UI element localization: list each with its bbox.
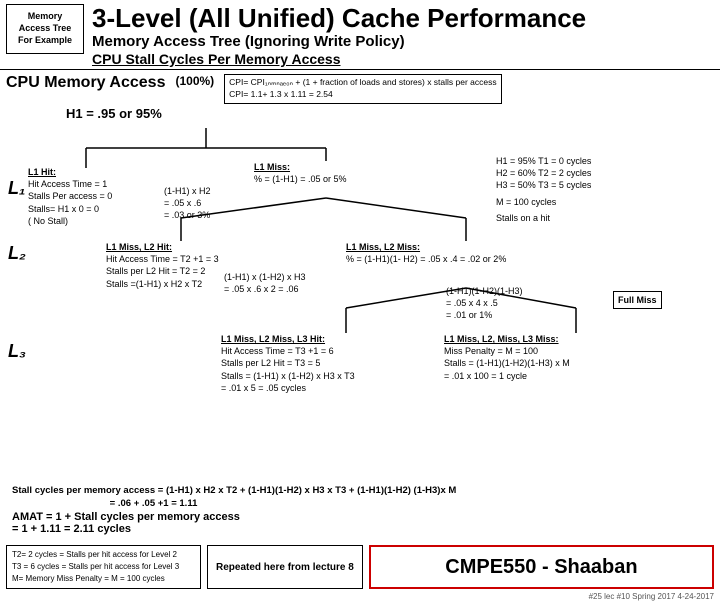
h1-line: H1 = .95 or 95% — [66, 106, 714, 121]
l1-miss-l2-hit-line2: Stalls per L2 Hit = T2 = 2 — [106, 265, 219, 277]
right-info-line3: H3 = 50% T3 = 5 cycles — [496, 179, 591, 191]
cpi-box: CPI= CPI₁ₙₘₙₐₑ₀ₙ + (1 + fraction of load… — [224, 74, 501, 104]
l1-miss-l2-miss-label: L1 Miss, L2 Miss: — [346, 241, 506, 253]
l1-label: L₁ — [8, 178, 25, 199]
header-text: 3-Level (All Unified) Cache Performance … — [84, 4, 714, 67]
l1-miss-l2-miss-node: L1 Miss, L2 Miss: % = (1-H1)(1- H2) = .0… — [346, 241, 506, 265]
l1-miss-node: L1 Miss: % = (1-H1) = .05 or 5% — [254, 161, 347, 185]
l1-miss-l2-miss-l3-hit-line4: = .01 x 5 = .05 cycles — [221, 382, 355, 394]
right-info-line1: H1 = 95% T1 = 0 cycles — [496, 155, 591, 167]
legend-box: T2= 2 cycles = Stalls per hit access for… — [6, 545, 201, 589]
right-info-line6: Stalls on a hit — [496, 212, 591, 224]
slide-num: #25 lec #10 Spring 2017 4-24-2017 — [0, 592, 720, 601]
l1-miss-l2-miss-formula: % = (1-H1)(1- H2) = .05 x .4 = .02 or 2% — [346, 253, 506, 265]
l1-miss-l2-miss-l3-hit-line3: Stalls = (1-H1) x (1-H2) x H3 x T3 — [221, 370, 355, 382]
l1-hit-line2: Stalls Per access = 0 — [28, 190, 112, 202]
memory-access-label: Memory Access Tree For Example — [6, 4, 84, 54]
l1-miss-l2-miss-l3-miss-line2: Stalls = (1-H1)(1-H2)(1-H3) x M — [444, 357, 570, 369]
amat-section: AMAT = 1 + Stall cycles per memory acces… — [6, 511, 714, 535]
l1-hit-line4: ( No Stall) — [28, 215, 112, 227]
l1-h1h2h3-line1: (1-H1)(1-H2)(1-H3) — [446, 285, 523, 297]
l1-miss-l2-hit-line1: Hit Access Time = T2 +1 = 3 — [106, 253, 219, 265]
stall-label: Stall cycles per memory access — [12, 485, 155, 496]
l1-miss-l2-miss-l3-hit-line1: Hit Access Time = T3 +1 = 6 — [221, 345, 355, 357]
stall-formula: = (1-H1) x H2 x T2 + (1-H1)(1-H2) x H3 x… — [158, 485, 457, 496]
cpi-line2: CPI= 1.1+ 1.3 x 1.11 = 2.54 — [229, 89, 496, 101]
l1-miss-formula: % = (1-H1) = .05 or 5% — [254, 173, 347, 185]
main-content: CPU Memory Access (100%) CPI= CPI₁ₙₘₙₐₑ₀… — [0, 70, 720, 539]
cpu-pct: (100%) — [175, 74, 214, 88]
l1-hit-node: L1 Hit: Hit Access Time = 1 Stalls Per a… — [28, 166, 112, 227]
header-section: Memory Access Tree For Example 3-Level (… — [0, 0, 720, 70]
l1-h2-line1: (1-H1) x H2 — [164, 185, 211, 197]
l1-miss-label: L1 Miss: — [254, 161, 347, 173]
l1-hit-title: L1 Hit: — [28, 166, 112, 178]
l1-miss-l2-miss-l3-miss-title: L1 Miss, L2, Miss, L3 Miss: — [444, 333, 570, 345]
sub-title: Memory Access Tree (Ignoring Write Polic… — [92, 33, 714, 51]
l1-miss-l2-hit-title: L1 Miss, L2 Hit: — [106, 241, 219, 253]
l1-miss-l2-hit-line3: Stalls =(1-H1) x H2 x T2 — [106, 278, 219, 290]
l1-hit-line3: Stalls= H1 x 0 = 0 — [28, 203, 112, 215]
bottom-bar: T2= 2 cycles = Stalls per hit access for… — [0, 542, 720, 592]
cmpe-box: CMPE550 - Shaaban — [369, 545, 714, 589]
repeated-text: Repeated here from lecture 8 — [216, 562, 354, 573]
l1-miss-l2-miss-l3-miss-line3: = .01 x 100 = 1 cycle — [444, 370, 570, 382]
amat-line1: AMAT = 1 + Stall cycles per memory acces… — [12, 511, 708, 523]
repeated-box: Repeated here from lecture 8 — [207, 545, 363, 589]
cmpe-text: CMPE550 - Shaaban — [445, 556, 637, 579]
l1-h2-node: (1-H1) x H2 = .05 x .6 = .03 or 3% — [164, 185, 211, 221]
amat-line2: = 1 + 1.11 = 2.11 cycles — [12, 523, 708, 535]
l3-label: L₃ — [8, 341, 26, 362]
right-info-line2: H2 = 60% T2 = 2 cycles — [496, 167, 591, 179]
tree-container: L₁ L1 Hit: Hit Access Time = 1 Stalls Pe… — [6, 123, 714, 483]
sub-title2: CPU Stall Cycles Per Memory Access — [92, 51, 714, 68]
legend-line3: M= Memory Miss Penalty = M = 100 cycles — [12, 573, 195, 585]
l1-h2-val-line2: = .05 x .6 x 2 = .06 — [224, 283, 306, 295]
legend-line1: T2= 2 cycles = Stalls per hit access for… — [12, 549, 195, 561]
l1-h2-line2: = .05 x .6 — [164, 197, 211, 209]
right-info-node: H1 = 95% T1 = 0 cycles H2 = 60% T2 = 2 c… — [496, 155, 591, 224]
stall-line2: = .06 + .05 +1 = 1.11 — [6, 498, 714, 509]
page-container: Memory Access Tree For Example 3-Level (… — [0, 0, 720, 540]
l1-miss-l2-miss-l3-hit-title: L1 Miss, L2 Miss, L3 Hit: — [221, 333, 355, 345]
l1-h2-line3: = .03 or 3% — [164, 209, 211, 221]
l1-h1h2h3-line3: = .01 or 1% — [446, 309, 523, 321]
l1-h2-val-node: (1-H1) x (1-H2) x H3 = .05 x .6 x 2 = .0… — [224, 271, 306, 295]
right-info-line5: M = 100 cycles — [496, 196, 591, 208]
l1-miss-l2-hit-node: L1 Miss, L2 Hit: Hit Access Time = T2 +1… — [106, 241, 219, 290]
stall-line1: Stall cycles per memory access = (1-H1) … — [6, 485, 714, 496]
l1-hit-line1: Hit Access Time = 1 — [28, 178, 112, 190]
l1-h1h2h3-node: (1-H1)(1-H2)(1-H3) = .05 x 4 x .5 = .01 … — [446, 285, 523, 321]
stall-formula2: = .06 + .05 +1 = 1.11 — [110, 498, 198, 509]
full-miss-box: Full Miss — [613, 291, 662, 309]
l1-miss-l2-miss-l3-miss-line1: Miss Penalty = M = 100 — [444, 345, 570, 357]
cpi-line1: CPI= CPI₁ₙₘₙₐₑ₀ₙ + (1 + fraction of load… — [229, 77, 496, 89]
l1-h1h2h3-line2: = .05 x 4 x .5 — [446, 297, 523, 309]
l1-miss-l2-miss-l3-hit-line2: Stalls per L2 Hit = T3 = 5 — [221, 357, 355, 369]
l1-h2-val-line1: (1-H1) x (1-H2) x H3 — [224, 271, 306, 283]
l2-label: L₂ — [8, 243, 26, 264]
l1-miss-l2-miss-l3-miss-node: L1 Miss, L2, Miss, L3 Miss: Miss Penalty… — [444, 333, 570, 382]
cpu-label: CPU Memory Access — [6, 74, 165, 92]
cpu-line: CPU Memory Access (100%) CPI= CPI₁ₙₘₙₐₑ₀… — [6, 74, 714, 104]
legend-line2: T3 = 6 cycles = Stalls per hit access fo… — [12, 561, 195, 573]
l1-miss-l2-miss-l3-hit-node: L1 Miss, L2 Miss, L3 Hit: Hit Access Tim… — [221, 333, 355, 394]
main-title: 3-Level (All Unified) Cache Performance — [92, 4, 714, 33]
